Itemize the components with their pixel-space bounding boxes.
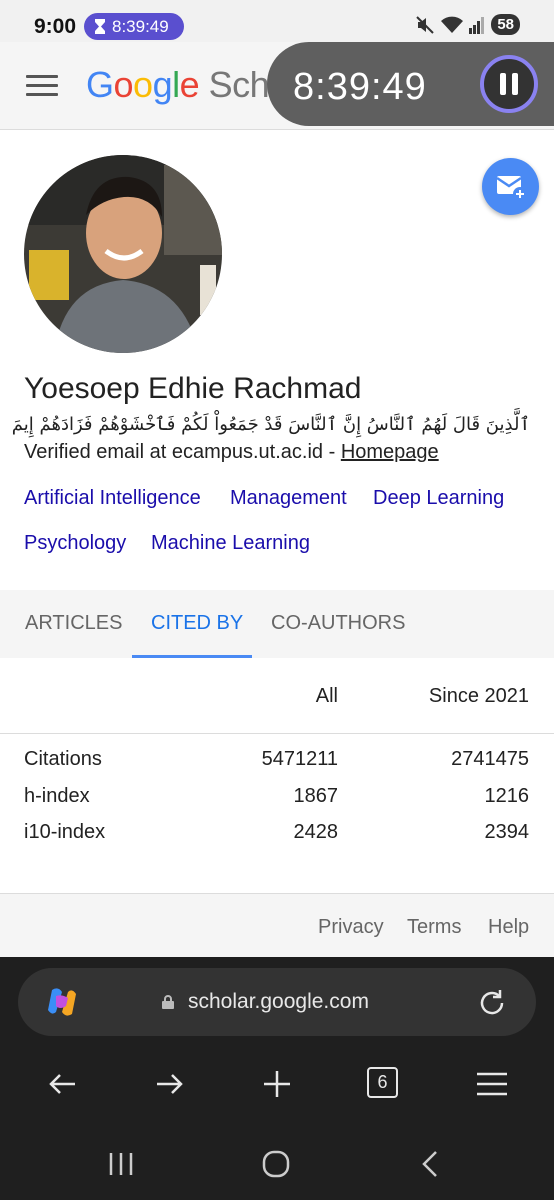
value-since: 2394 <box>484 821 530 843</box>
pause-icon <box>500 73 506 95</box>
column-header-since: Since 2021 <box>428 685 529 707</box>
new-tab-plus-icon[interactable] <box>260 1067 294 1101</box>
verified-email-text: Verified email at ecampus.ut.ac.id - <box>24 441 341 463</box>
forward-arrow-icon[interactable] <box>153 1067 187 1101</box>
battery-indicator: 58 <box>491 14 520 35</box>
home-icon[interactable] <box>259 1147 293 1181</box>
profile-avatar <box>24 155 222 353</box>
column-header-all: All <box>315 685 338 707</box>
lock-icon <box>162 995 174 1009</box>
table-row: h-index 1867 1216 <box>0 785 554 821</box>
google-scholar-logo[interactable]: Google Scho <box>86 64 289 106</box>
table-row: i10-index 2428 2394 <box>0 821 554 857</box>
address-bar[interactable]: scholar.google.com <box>18 968 536 1036</box>
interest-link[interactable]: Psychology <box>24 532 126 555</box>
tab-co-authors[interactable]: CO-AUTHORS <box>271 612 405 635</box>
recent-apps-icon[interactable] <box>104 1147 138 1181</box>
pause-button[interactable] <box>480 55 538 113</box>
tab-cited-by[interactable]: CITED BY <box>151 612 243 635</box>
url-text: scholar.google.com <box>188 990 369 1013</box>
tab-count-button[interactable]: 6 <box>367 1067 398 1098</box>
email-plus-icon <box>496 176 527 201</box>
floating-timer[interactable]: 8:39:49 <box>267 42 554 126</box>
value-since: 2741475 <box>451 748 529 770</box>
system-navigation-bar <box>0 1132 554 1200</box>
profile-name: Yoesoep Edhie Rachmad <box>24 372 362 405</box>
row-label[interactable]: h-index <box>24 785 90 808</box>
homepage-link[interactable]: Homepage <box>341 441 439 463</box>
row-label: Citations <box>24 748 102 770</box>
table-row: Citations 5471211 2741475 <box>0 748 554 784</box>
value-all: 5471211 <box>261 748 338 770</box>
timer-status-pill[interactable]: 8:39:49 <box>84 13 184 40</box>
status-bar: 9:00 8:39:49 58 <box>0 0 554 42</box>
profile-tabs: ARTICLES CITED BY CO-AUTHORS <box>0 590 554 658</box>
interest-link[interactable]: Management <box>230 487 347 510</box>
tab-articles[interactable]: ARTICLES <box>25 612 122 635</box>
hamburger-menu-icon[interactable] <box>26 75 58 97</box>
wifi-icon <box>441 16 464 33</box>
help-link[interactable]: Help <box>488 916 529 939</box>
interest-link[interactable]: Artificial Intelligence <box>24 487 201 510</box>
system-back-icon[interactable] <box>414 1147 448 1181</box>
row-label[interactable]: i10-index <box>24 821 105 844</box>
browser-toolbar: scholar.google.com 6 <box>0 957 554 1132</box>
verified-email: Verified email at ecampus.ut.ac.id - Hom… <box>24 441 439 464</box>
page-footer: Privacy Terms Help <box>0 893 554 957</box>
profile-affiliation: ٱلَّذِينَ قَالَ لَهُمُ ٱلنَّاسُ إِنَّ ٱل… <box>11 414 530 435</box>
timer-pill-text: 8:39:49 <box>112 16 169 36</box>
back-arrow-icon[interactable] <box>45 1067 79 1101</box>
active-tab-indicator <box>132 655 252 658</box>
signal-icon <box>469 16 485 34</box>
interest-link[interactable]: Machine Learning <box>151 532 310 555</box>
interest-link[interactable]: Deep Learning <box>373 487 504 510</box>
table-divider <box>0 733 554 734</box>
browser-menu-icon[interactable] <box>475 1067 509 1101</box>
privacy-link[interactable]: Privacy <box>318 916 384 939</box>
hourglass-icon <box>95 19 105 34</box>
follow-email-button[interactable] <box>482 158 539 215</box>
value-all: 1867 <box>293 785 339 807</box>
value-all: 2428 <box>293 821 339 843</box>
value-since: 1216 <box>484 785 530 807</box>
mute-icon <box>416 15 435 34</box>
status-time: 9:00 <box>34 15 77 38</box>
terms-link[interactable]: Terms <box>407 916 461 939</box>
copilot-icon[interactable] <box>44 984 80 1020</box>
floating-timer-time: 8:39:49 <box>293 66 427 108</box>
reload-icon[interactable] <box>475 986 509 1020</box>
